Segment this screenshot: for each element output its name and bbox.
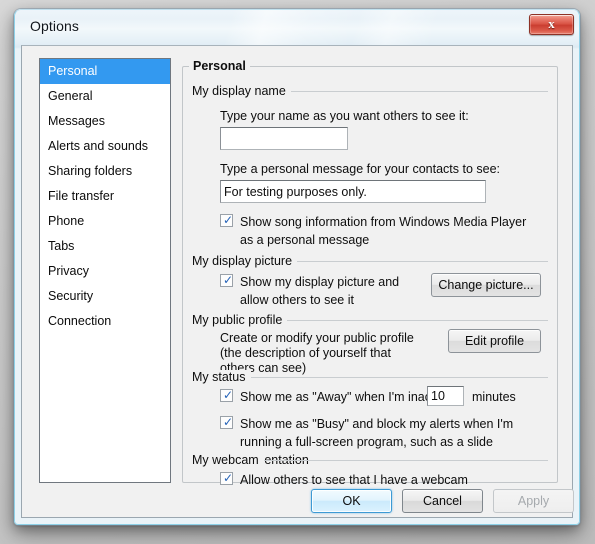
checkmark-icon: ✓ <box>223 415 234 429</box>
sidebar-item-label: Alerts and sounds <box>48 139 149 153</box>
group-label: My display picture <box>192 254 298 268</box>
checkbox-icon[interactable]: ✓ <box>220 273 234 287</box>
sidebar-item-label: Connection <box>48 314 112 328</box>
options-dialog-window: Options x Personal General Messages Aler… <box>14 9 580 525</box>
group-header: My status <box>192 370 548 384</box>
desktop-background: Options x Personal General Messages Aler… <box>0 0 595 544</box>
title-bar: Options x <box>14 9 580 47</box>
group-label: My display name <box>192 84 291 98</box>
sidebar-item-phone[interactable]: Phone <box>40 209 170 234</box>
change-picture-label: Change picture... <box>438 278 534 292</box>
show-display-picture-label: Show my display picture and allow others… <box>240 275 400 307</box>
ok-label: OK <box>342 494 361 508</box>
panel-title: Personal <box>189 58 250 74</box>
group-label: My public profile <box>192 313 288 327</box>
personal-message-value: For testing purposes only. <box>224 184 367 199</box>
checkmark-icon: ✓ <box>223 471 234 485</box>
sidebar-item-sharing-folders[interactable]: Sharing folders <box>40 159 170 184</box>
sidebar-item-label: Tabs <box>48 239 75 253</box>
sidebar-item-connection[interactable]: Connection <box>40 309 170 334</box>
display-name-input[interactable] <box>220 127 348 150</box>
cancel-label: Cancel <box>423 494 462 508</box>
sidebar-item-label: Sharing folders <box>48 164 133 178</box>
sidebar-item-label: Phone <box>48 214 85 228</box>
edit-profile-label: Edit profile <box>464 334 525 348</box>
ok-button[interactable]: OK <box>311 489 392 513</box>
sidebar-item-general[interactable]: General <box>40 84 170 109</box>
checkmark-icon: ✓ <box>223 388 234 402</box>
away-minutes-value: 10 <box>431 389 445 403</box>
sidebar-item-personal[interactable]: Personal <box>40 59 170 84</box>
checkmark-icon: ✓ <box>223 273 234 287</box>
personal-message-input[interactable]: For testing purposes only. <box>220 180 486 203</box>
group-my-public-profile: My public profile <box>192 313 548 327</box>
sidebar-item-label: General <box>48 89 93 103</box>
group-label: My status <box>192 370 251 384</box>
show-display-picture-checkbox-row[interactable]: ✓ Show my display picture and allow othe… <box>220 273 430 309</box>
group-my-webcam: My webcam <box>192 453 548 467</box>
group-header: My webcam <box>192 453 548 467</box>
checkmark-icon: ✓ <box>223 213 234 227</box>
apply-button: Apply <box>493 489 574 513</box>
sidebar-item-label: Security <box>48 289 94 303</box>
show-away-checkbox-row[interactable]: ✓ Show me as "Away" when I'm inactive : <box>220 388 570 406</box>
sidebar-item-label: File transfer <box>48 189 114 203</box>
allow-webcam-checkbox-row[interactable]: ✓ Allow others to see that I have a webc… <box>220 471 540 489</box>
sidebar-item-alerts-and-sounds[interactable]: Alerts and sounds <box>40 134 170 159</box>
show-song-info-checkbox-row[interactable]: ✓ Show song information from Windows Med… <box>220 213 540 249</box>
sidebar-item-label: Privacy <box>48 264 89 278</box>
cancel-button[interactable]: Cancel <box>402 489 483 513</box>
group-my-status: My status <box>192 370 548 384</box>
sidebar-item-messages[interactable]: Messages <box>40 109 170 134</box>
allow-webcam-label: Allow others to see that I have a webcam <box>240 473 468 487</box>
change-picture-button[interactable]: Change picture... <box>431 273 541 297</box>
dialog-client-area: Personal General Messages Alerts and sou… <box>21 45 573 518</box>
window-title: Options <box>30 18 79 34</box>
sidebar-item-label: Personal <box>48 64 98 78</box>
group-header: My display name <box>192 84 548 98</box>
checkbox-icon[interactable]: ✓ <box>220 415 234 429</box>
checkbox-icon[interactable]: ✓ <box>220 471 234 485</box>
group-my-display-name: My display name <box>192 84 548 98</box>
personal-settings-panel: Personal My display name Type your name … <box>182 58 558 487</box>
group-header: My public profile <box>192 313 548 327</box>
checkbox-icon[interactable]: ✓ <box>220 388 234 402</box>
edit-profile-button[interactable]: Edit profile <box>448 329 541 353</box>
sidebar-item-file-transfer[interactable]: File transfer <box>40 184 170 209</box>
sidebar-item-privacy[interactable]: Privacy <box>40 259 170 284</box>
away-minutes-input[interactable]: 10 <box>427 386 464 406</box>
sidebar-item-security[interactable]: Security <box>40 284 170 309</box>
dialog-button-bar: OK Cancel Apply <box>14 489 580 519</box>
minutes-unit-label: minutes <box>472 390 516 404</box>
checkbox-icon[interactable]: ✓ <box>220 213 234 227</box>
settings-category-list[interactable]: Personal General Messages Alerts and sou… <box>39 58 171 483</box>
show-away-label: Show me as "Away" when I'm inactive : <box>240 390 458 404</box>
group-my-display-picture: My display picture <box>192 254 548 268</box>
display-name-caption: Type your name as you want others to see… <box>220 109 469 123</box>
sidebar-item-label: Messages <box>48 114 105 128</box>
close-icon: x <box>548 16 555 31</box>
group-header: My display picture <box>192 254 548 268</box>
group-label: My webcam <box>192 453 264 467</box>
personal-message-caption: Type a personal message for your contact… <box>220 162 501 176</box>
show-song-info-label: Show song information from Windows Media… <box>240 215 527 247</box>
apply-label: Apply <box>517 494 550 508</box>
sidebar-item-tabs[interactable]: Tabs <box>40 234 170 259</box>
close-button[interactable]: x <box>529 14 574 35</box>
